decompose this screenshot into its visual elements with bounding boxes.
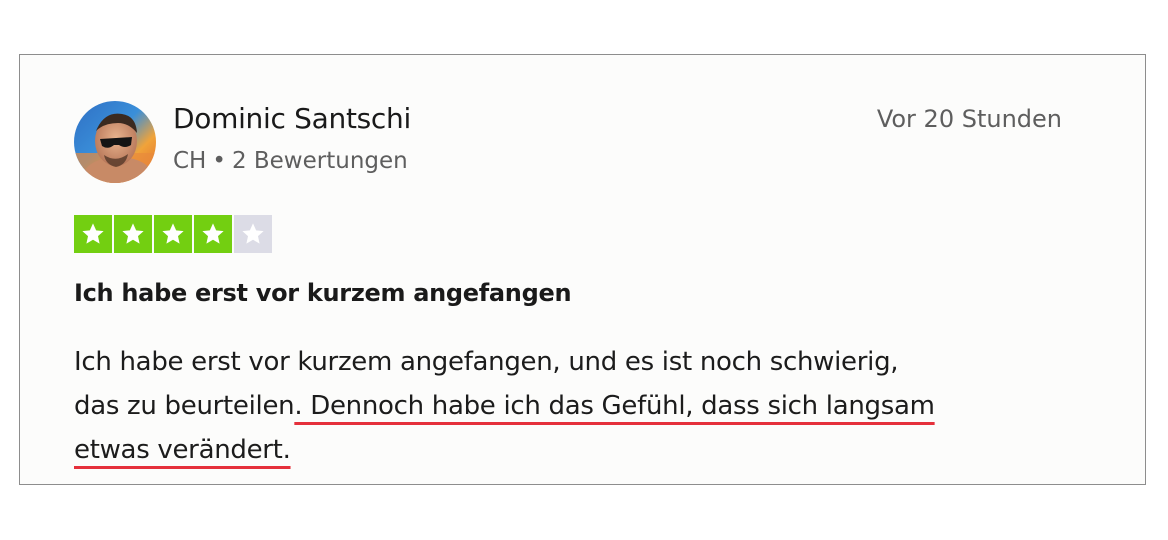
star-icon xyxy=(122,223,144,244)
star-icon xyxy=(162,223,184,244)
star-filled xyxy=(154,215,192,253)
reviewer-country: CH xyxy=(173,148,207,174)
review-body-highlight: etwas verändert. xyxy=(74,435,291,465)
reviewer-name[interactable]: Dominic Santschi xyxy=(173,102,411,135)
reviewer-meta: CH • 2 Bewertungen xyxy=(173,148,408,174)
review-title: Ich habe erst vor kurzem angefangen xyxy=(74,279,572,307)
reviewer-avatar[interactable] xyxy=(74,101,156,183)
review-card: Dominic Santschi CH • 2 Bewertungen Vor 20… xyxy=(19,54,1146,485)
star-rating xyxy=(74,215,272,253)
reviewer-review-count: 2 Bewertungen xyxy=(231,148,408,174)
star-filled xyxy=(114,215,152,253)
review-date: Vor 20 Stunden xyxy=(876,105,1062,133)
review-body-line: etwas verändert. xyxy=(74,428,1074,472)
star-filled xyxy=(74,215,112,253)
review-body-line: Ich habe erst vor kurzem angefangen, und… xyxy=(74,347,899,377)
review-body-text: das zu beurteilen xyxy=(74,391,295,421)
review-body-highlight: . Dennoch habe ich das Gefühl, dass sich… xyxy=(294,391,935,421)
meta-separator: • xyxy=(212,148,226,174)
star-icon xyxy=(242,223,264,244)
star-icon xyxy=(82,223,104,244)
star-filled xyxy=(194,215,232,253)
star-empty xyxy=(234,215,272,253)
avatar-photo-icon xyxy=(74,101,156,183)
review-body-line: das zu beurteilen. Dennoch habe ich das … xyxy=(74,384,1074,428)
review-body: Ich habe erst vor kurzem angefangen, und… xyxy=(74,340,1074,472)
star-icon xyxy=(202,223,224,244)
